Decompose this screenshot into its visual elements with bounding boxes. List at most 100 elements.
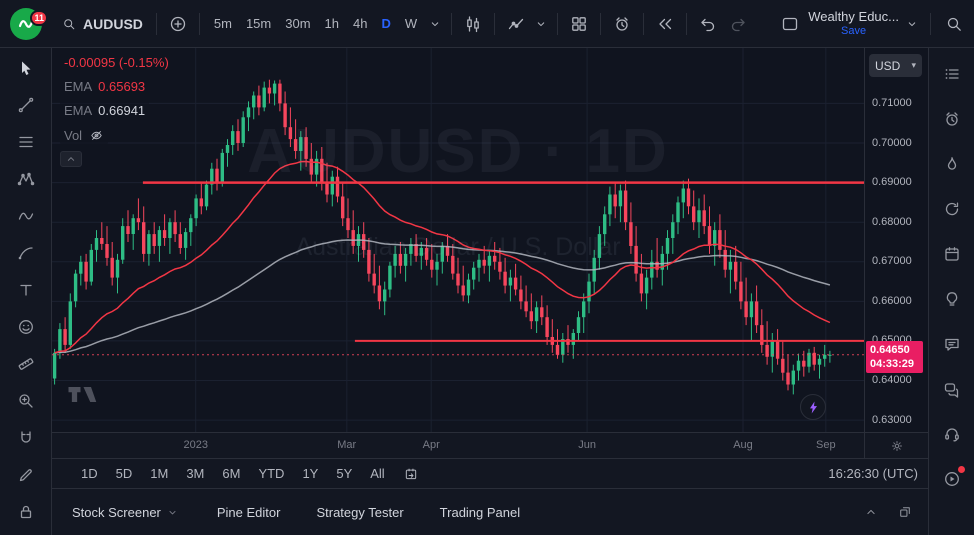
go-to-date-icon[interactable]: [402, 460, 420, 488]
interval-button-5m[interactable]: 5m: [207, 12, 239, 35]
interval-button-30m[interactable]: 30m: [278, 12, 317, 35]
ideas-icon[interactable]: [938, 285, 966, 313]
right-sidebar: [928, 48, 974, 535]
watchlist-icon[interactable]: [938, 60, 966, 88]
undo-icon[interactable]: [694, 10, 722, 38]
time-label-sep: Sep: [816, 439, 836, 451]
time-label-jun: Jun: [578, 439, 596, 451]
quick-search-icon[interactable]: [940, 10, 968, 38]
indicators-dropdown-icon[interactable]: [532, 10, 550, 38]
bottom-tab-strategy-tester[interactable]: Strategy Tester: [316, 505, 403, 520]
cursor-icon[interactable]: [12, 54, 40, 82]
indicators-icon[interactable]: [502, 10, 530, 38]
time-axis[interactable]: 2023MarAprJunAugSep: [52, 433, 864, 458]
xabcd-pattern-icon[interactable]: [12, 165, 40, 193]
ruler-icon[interactable]: [12, 350, 40, 378]
panel-restore-icon[interactable]: [896, 498, 914, 526]
chart-area[interactable]: AUDUSD · 1D Australian Dollar / U.S. Dol…: [52, 48, 864, 432]
range-button-1m[interactable]: 1M: [143, 464, 175, 483]
price-change: -0.00095 (-0.15%): [60, 54, 173, 71]
range-button-all[interactable]: All: [363, 464, 391, 483]
ema-fast-label: EMA: [64, 79, 92, 94]
panel-expand-icon[interactable]: [862, 498, 880, 526]
axis-corner: [864, 433, 928, 458]
bottom-tab-pine-editor[interactable]: Pine Editor: [217, 505, 281, 520]
candlestick-chart[interactable]: [52, 48, 864, 432]
chat-icon[interactable]: [938, 330, 966, 358]
eye-off-icon[interactable]: [88, 127, 104, 143]
time-axis-row: 2023MarAprJunAugSep: [52, 432, 928, 458]
interval-button-4h[interactable]: 4h: [346, 12, 374, 35]
fib-retracement-icon[interactable]: [12, 128, 40, 156]
ema-fast-value: 0.65693: [98, 79, 145, 94]
interval-button-D[interactable]: D: [374, 12, 397, 35]
bottom-tab-trading-panel[interactable]: Trading Panel: [440, 505, 520, 520]
drawing-toolbar: [0, 48, 52, 535]
range-button-1d[interactable]: 1D: [74, 464, 105, 483]
alerts-icon[interactable]: [938, 105, 966, 133]
tradingview-logo[interactable]: [68, 387, 102, 410]
layout-name[interactable]: Wealthy Educ...: [808, 10, 899, 25]
bottom-tab-label: Stock Screener: [72, 505, 161, 520]
settings-gear-icon[interactable]: [888, 432, 906, 460]
redo-icon[interactable]: [724, 10, 752, 38]
bottom-tab-label: Pine Editor: [217, 505, 281, 520]
range-button-5y[interactable]: 5Y: [329, 464, 359, 483]
hotlists-icon[interactable]: [938, 150, 966, 178]
time-label-mar: Mar: [337, 439, 356, 451]
brush-icon[interactable]: [12, 239, 40, 267]
toolbar-right-group: Wealthy Educ... Save: [776, 10, 968, 38]
trend-line-icon[interactable]: [12, 91, 40, 119]
currency-label: USD: [875, 59, 900, 73]
zoom-icon[interactable]: [12, 387, 40, 415]
range-button-6m[interactable]: 6M: [215, 464, 247, 483]
symbol-search-button[interactable]: AUDUSD: [54, 6, 149, 42]
layout-thumbnail-icon[interactable]: [776, 10, 804, 38]
edit-icon[interactable]: [12, 461, 40, 489]
range-button-3m[interactable]: 3M: [179, 464, 211, 483]
text-icon[interactable]: [12, 276, 40, 304]
compare-add-icon[interactable]: [164, 10, 192, 38]
clock[interactable]: 16:26:30 (UTC): [828, 466, 918, 481]
price-tick: 0.69000: [872, 176, 912, 189]
toolbar-separator: [494, 13, 495, 35]
time-label-aug: Aug: [733, 439, 753, 451]
price-scale[interactable]: USD ▾ 0.64650 04:33:29 0.710000.700000.6…: [864, 48, 928, 432]
forecast-icon[interactable]: [12, 202, 40, 230]
interval-button-15m[interactable]: 15m: [239, 12, 278, 35]
create-alert-icon[interactable]: [608, 10, 636, 38]
currency-button[interactable]: USD ▾: [869, 54, 922, 77]
messages-icon[interactable]: [938, 375, 966, 403]
emoji-icon[interactable]: [12, 313, 40, 341]
toolbar-separator: [686, 13, 687, 35]
range-button-ytd[interactable]: YTD: [251, 464, 291, 483]
lock-icon[interactable]: [12, 498, 40, 526]
toolbar-separator: [600, 13, 601, 35]
bar-replay-icon[interactable]: [651, 10, 679, 38]
layout-dropdown-icon[interactable]: [903, 10, 921, 38]
price-tick: 0.71000: [872, 97, 912, 110]
price-tick: 0.66000: [872, 295, 912, 308]
chevron-down-icon: ▾: [911, 60, 916, 71]
legend-collapse-button[interactable]: [60, 151, 82, 167]
range-button-5d[interactable]: 5D: [109, 464, 140, 483]
interval-dropdown-icon[interactable]: [426, 10, 444, 38]
refresh-icon[interactable]: [938, 195, 966, 223]
bottom-tabs: Stock Screener Pine Editor Strategy Tester…: [72, 504, 520, 520]
bar-countdown: 04:33:29: [870, 357, 919, 371]
interval-button-W[interactable]: W: [398, 12, 424, 35]
streams-icon[interactable]: [938, 465, 966, 493]
magnet-icon[interactable]: [12, 424, 40, 452]
layout-templates-icon[interactable]: [565, 10, 593, 38]
calendar-icon[interactable]: [938, 240, 966, 268]
interval-button-1h[interactable]: 1h: [318, 12, 346, 35]
support-icon[interactable]: [938, 420, 966, 448]
toolbar-separator: [451, 13, 452, 35]
range-button-1y[interactable]: 1Y: [295, 464, 325, 483]
notification-badge: 11: [30, 10, 48, 26]
chart-type-icon[interactable]: [459, 10, 487, 38]
bottom-tab-stock-screener[interactable]: Stock Screener: [72, 504, 181, 520]
save-link[interactable]: Save: [841, 25, 866, 38]
boost-button[interactable]: [800, 394, 826, 420]
toolbar-separator: [643, 13, 644, 35]
